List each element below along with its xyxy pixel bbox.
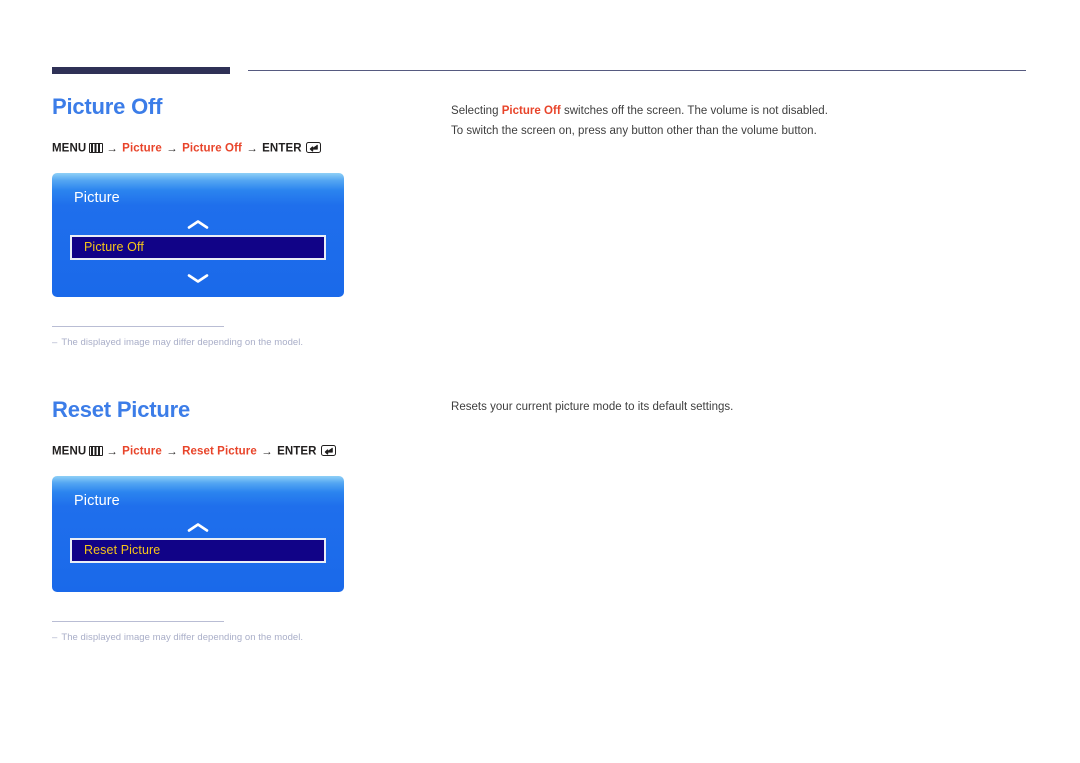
note-text: – The displayed image may differ dependin… (52, 337, 344, 348)
menu-path-picture-off: MENU → Picture → Picture Off → ENTER (52, 142, 344, 155)
menu-bars-icon (89, 445, 104, 456)
menu-path-arrow-2: → (166, 445, 178, 458)
page-title: Reset Picture (52, 397, 191, 422)
page-title: Picture Off (52, 94, 163, 119)
header-rule-thick (52, 67, 230, 74)
description-text: switches off the screen. The volume is n… (560, 105, 828, 117)
note-text: – The displayed image may differ dependin… (52, 632, 344, 643)
note-divider (52, 325, 224, 327)
menu-path-menu-label: MENU (52, 142, 87, 155)
description-line: To switch the screen on, press any butto… (451, 121, 971, 141)
chevron-down-icon[interactable] (52, 269, 344, 289)
note-dash: – (52, 336, 58, 348)
chevron-up-icon[interactable] (52, 518, 344, 538)
menu-path-arrow-3: → (261, 445, 273, 458)
enter-key-icon (305, 142, 321, 153)
osd-selected-row[interactable]: Picture Off (70, 234, 326, 260)
description-line: Resets your current picture mode to its … (451, 397, 971, 417)
menu-path-step-target: Picture Off (182, 142, 242, 155)
note-body: The displayed image may differ depending… (61, 631, 304, 643)
osd-title: Picture (74, 492, 120, 509)
header-rule-thin (248, 70, 1026, 71)
note-divider (52, 620, 224, 622)
description-text: To switch the screen on, press any butto… (451, 125, 817, 137)
section-reset-picture: Reset Picture MENU → Picture → Reset Pict… (52, 397, 344, 643)
description-reset-picture: Resets your current picture mode to its … (451, 397, 971, 417)
note-block-picture-off: – The displayed image may differ dependin… (52, 325, 344, 348)
menu-path-step-picture: Picture (122, 142, 162, 155)
menu-path-arrow-2: → (166, 142, 178, 155)
osd-bottom-spacer (52, 563, 344, 589)
enter-key-icon (320, 445, 336, 456)
menu-bars-icon (89, 142, 104, 153)
description-picture-off: Selecting Picture Off switches off the s… (451, 101, 971, 141)
menu-path-step-target: Reset Picture (182, 445, 257, 458)
menu-path-enter-label: ENTER (262, 142, 302, 155)
description-emphasis: Picture Off (501, 105, 561, 117)
menu-path-arrow-1: → (106, 142, 118, 155)
note-block-reset-picture: – The displayed image may differ dependin… (52, 620, 344, 643)
description-text: Resets your current picture mode to its … (451, 401, 734, 413)
section-picture-off: Picture Off MENU → Picture → Picture Off … (52, 94, 344, 348)
note-dash: – (52, 631, 58, 643)
osd-selected-row-label: Reset Picture (84, 543, 161, 557)
chevron-up-icon[interactable] (52, 215, 344, 235)
menu-path-step-picture: Picture (122, 445, 162, 458)
menu-path-reset-picture: MENU → Picture → Reset Picture → ENTER (52, 445, 344, 458)
osd-panel-reset-picture: Picture Reset Picture (52, 475, 344, 592)
menu-path-arrow-3: → (246, 142, 258, 155)
note-body: The displayed image may differ depending… (61, 336, 304, 348)
menu-path-enter-label: ENTER (277, 445, 317, 458)
osd-selected-row[interactable]: Reset Picture (70, 537, 326, 563)
menu-path-arrow-1: → (106, 445, 118, 458)
description-line: Selecting Picture Off switches off the s… (451, 101, 971, 121)
osd-title: Picture (74, 189, 120, 206)
osd-selected-row-label: Picture Off (84, 240, 144, 254)
osd-panel-picture-off: Picture Picture Off (52, 172, 344, 297)
description-text: Selecting (451, 105, 502, 117)
menu-path-menu-label: MENU (52, 445, 87, 458)
